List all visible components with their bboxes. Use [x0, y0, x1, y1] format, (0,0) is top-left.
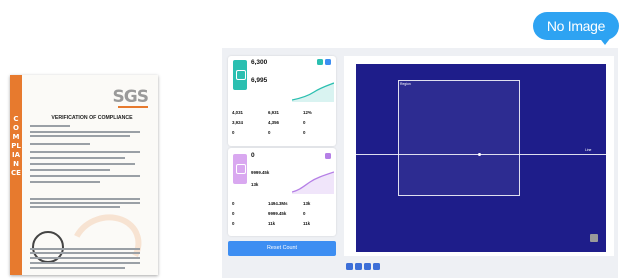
card2-primary-value: 0 — [251, 152, 255, 159]
card1-stat: 0 — [268, 130, 271, 135]
card2-sparkline — [292, 171, 334, 194]
cert-line — [30, 125, 70, 127]
roi-rectangle[interactable] — [398, 80, 520, 196]
cert-line — [30, 202, 140, 204]
cert-line — [30, 163, 135, 165]
card1-stat: 6,931 — [268, 110, 279, 115]
certificate-logo-underline — [118, 106, 148, 108]
settings-icon[interactable] — [325, 59, 331, 65]
card1-stat: 12% — [303, 110, 312, 115]
measure-line[interactable] — [356, 154, 606, 155]
minimap-icon[interactable] — [590, 234, 598, 242]
chart-icon — [233, 154, 247, 184]
card2-secondary-value: 9999.45k — [251, 170, 270, 175]
fit-icon[interactable] — [364, 263, 371, 270]
cert-line — [30, 175, 140, 177]
certificate-title: VERIFICATION OF COMPLIANCE — [51, 115, 133, 121]
card1-stat: 4,031 — [232, 110, 243, 115]
cert-line — [30, 262, 140, 264]
cert-line — [30, 157, 125, 159]
reset-count-button[interactable]: Reset Count — [228, 241, 336, 256]
card2-stat: 9999.45k — [268, 211, 287, 216]
card1-stat: 0 — [232, 130, 235, 135]
cert-line — [30, 151, 140, 153]
zoom-icon[interactable] — [346, 263, 353, 270]
bubble-tail — [598, 36, 612, 45]
roi-label: Region — [400, 82, 411, 86]
pan-icon[interactable] — [355, 263, 362, 270]
cert-line — [30, 267, 125, 269]
cert-line — [30, 248, 140, 250]
certificate-watermark — [61, 204, 151, 275]
card2-stat: 11k — [268, 221, 276, 226]
cert-line — [30, 181, 100, 183]
card2-settings-icon[interactable] — [325, 153, 331, 159]
cert-line — [30, 198, 140, 200]
card2-stat: 0 — [232, 201, 235, 206]
cert-line — [30, 143, 90, 145]
certificate-side-text: COMPLIANCE — [11, 115, 21, 177]
card1-stat: 0 — [303, 130, 306, 135]
card2-stat: 0 — [232, 221, 235, 226]
card2-stat: 13k — [303, 201, 311, 206]
card2-stat: 0 — [303, 211, 306, 216]
card1-stat: 0 — [303, 120, 306, 125]
card1-sparkline — [292, 82, 334, 102]
cert-line — [30, 257, 140, 259]
certificate-logo: SGS — [112, 87, 149, 107]
measure-line-label: Line — [585, 148, 592, 152]
center-marker — [478, 153, 481, 156]
cert-line — [30, 252, 140, 254]
card1-primary-value: 6,300 — [251, 59, 268, 66]
card2-stat: 11k — [303, 221, 311, 226]
image-icon — [233, 60, 247, 90]
card1-secondary-value: 6,995 — [251, 77, 268, 84]
expand-icon[interactable] — [317, 59, 323, 65]
cert-line — [30, 206, 120, 208]
card2-stat: 0 — [232, 211, 235, 216]
cert-line — [30, 169, 110, 171]
card2-tertiary-value: 13k — [251, 182, 259, 187]
card1-stat: 4,356 — [268, 120, 279, 125]
fullscreen-icon[interactable] — [373, 263, 380, 270]
cert-line — [30, 135, 130, 137]
cert-line — [30, 131, 140, 133]
card1-stat: 3,924 — [232, 120, 243, 125]
card2-stat: 1494.3Ms — [268, 201, 288, 206]
